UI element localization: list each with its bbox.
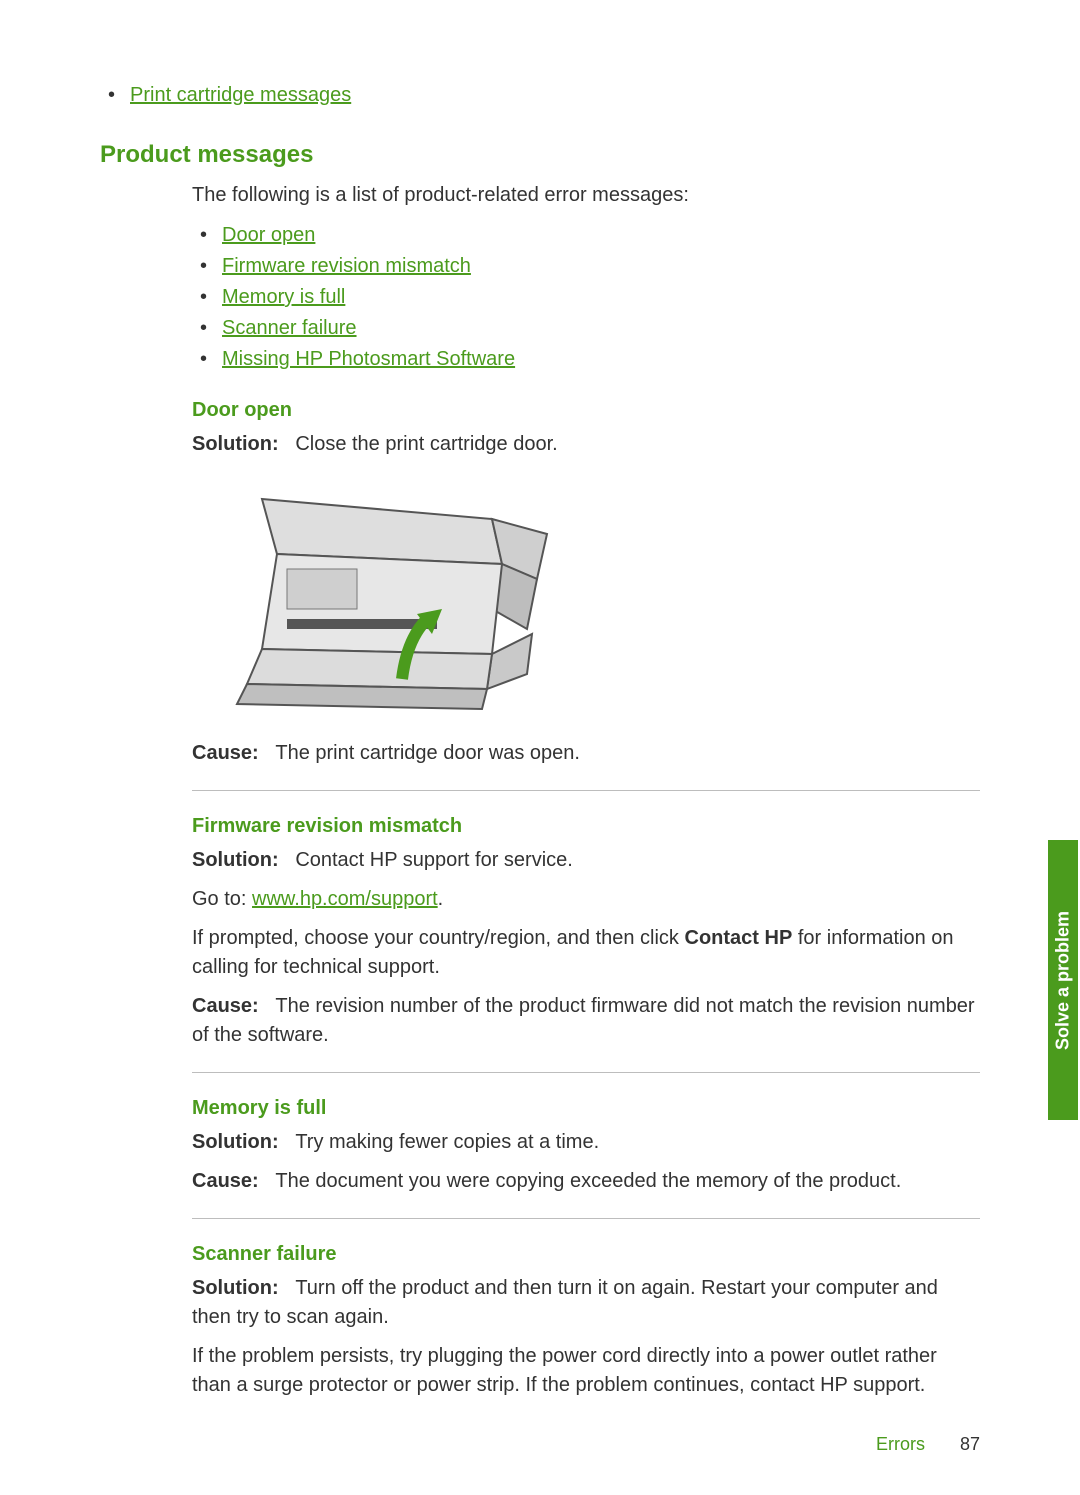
list-item: Scanner failure xyxy=(192,313,980,344)
footer-page-number: 87 xyxy=(960,1434,980,1454)
heading-scanner-failure: Scanner failure xyxy=(192,1243,980,1266)
list-item: Missing HP Photosmart Software xyxy=(192,344,980,375)
solution-text: Turn off the product and then turn it on… xyxy=(192,1277,938,1328)
solution-text: Try making fewer copies at a time. xyxy=(295,1131,599,1153)
list-item: Firmware revision mismatch xyxy=(192,251,980,282)
printer-icon xyxy=(192,479,562,719)
firmware-prompt: If prompted, choose your country/region,… xyxy=(192,924,980,982)
heading-memory-is-full: Memory is full xyxy=(192,1097,980,1120)
heading-firmware-revision-mismatch: Firmware revision mismatch xyxy=(192,815,980,838)
solution-text: Close the print cartridge door. xyxy=(295,433,557,455)
divider xyxy=(192,1072,980,1073)
heading-door-open: Door open xyxy=(192,399,980,422)
cause-label: Cause: xyxy=(192,742,259,764)
list-item: Memory is full xyxy=(192,282,980,313)
page-footer: Errors 87 xyxy=(876,1434,980,1455)
product-messages-links: Door open Firmware revision mismatch Mem… xyxy=(192,220,980,375)
cause-text: The revision number of the product firmw… xyxy=(192,995,975,1046)
cause-text: The document you were copying exceeded t… xyxy=(275,1170,901,1192)
list-item: Door open xyxy=(192,220,980,251)
link-door-open[interactable]: Door open xyxy=(222,224,315,246)
heading-product-messages: Product messages xyxy=(100,141,980,169)
door-open-solution: Solution: Close the print cartridge door… xyxy=(192,430,980,459)
prompt-bold: Contact HP xyxy=(685,927,793,949)
divider xyxy=(192,1218,980,1219)
goto-prefix: Go to: xyxy=(192,888,252,910)
divider xyxy=(192,790,980,791)
goto-suffix: . xyxy=(438,888,444,910)
scanner-solution: Solution: Turn off the product and then … xyxy=(192,1274,980,1332)
scanner-persist: If the problem persists, try plugging th… xyxy=(192,1342,980,1400)
prompt-prefix: If prompted, choose your country/region,… xyxy=(192,927,685,949)
intro-text: The following is a list of product-relat… xyxy=(192,181,980,210)
link-hp-support[interactable]: www.hp.com/support xyxy=(252,888,438,910)
printer-illustration xyxy=(192,479,562,719)
cause-text: The print cartridge door was open. xyxy=(275,742,580,764)
top-link-list: Print cartridge messages xyxy=(100,80,980,111)
firmware-goto: Go to: www.hp.com/support. xyxy=(192,885,980,914)
solution-text: Contact HP support for service. xyxy=(295,849,573,871)
cause-label: Cause: xyxy=(192,1170,259,1192)
list-item: Print cartridge messages xyxy=(100,80,980,111)
link-missing-hp-photosmart-software[interactable]: Missing HP Photosmart Software xyxy=(222,348,515,370)
solution-label: Solution: xyxy=(192,849,279,871)
cause-label: Cause: xyxy=(192,995,259,1017)
solution-label: Solution: xyxy=(192,433,279,455)
door-open-cause: Cause: The print cartridge door was open… xyxy=(192,739,980,768)
memory-solution: Solution: Try making fewer copies at a t… xyxy=(192,1128,980,1157)
solution-label: Solution: xyxy=(192,1131,279,1153)
firmware-solution: Solution: Contact HP support for service… xyxy=(192,846,980,875)
memory-cause: Cause: The document you were copying exc… xyxy=(192,1167,980,1196)
footer-section: Errors xyxy=(876,1434,925,1454)
link-scanner-failure[interactable]: Scanner failure xyxy=(222,317,357,339)
link-memory-is-full[interactable]: Memory is full xyxy=(222,286,345,308)
firmware-cause: Cause: The revision number of the produc… xyxy=(192,992,980,1050)
solution-label: Solution: xyxy=(192,1277,279,1299)
link-print-cartridge-messages[interactable]: Print cartridge messages xyxy=(130,84,351,106)
link-firmware-revision-mismatch[interactable]: Firmware revision mismatch xyxy=(222,255,471,277)
page: Print cartridge messages Product message… xyxy=(0,0,1080,1495)
side-tab-solve-a-problem: Solve a problem xyxy=(1048,840,1078,1120)
